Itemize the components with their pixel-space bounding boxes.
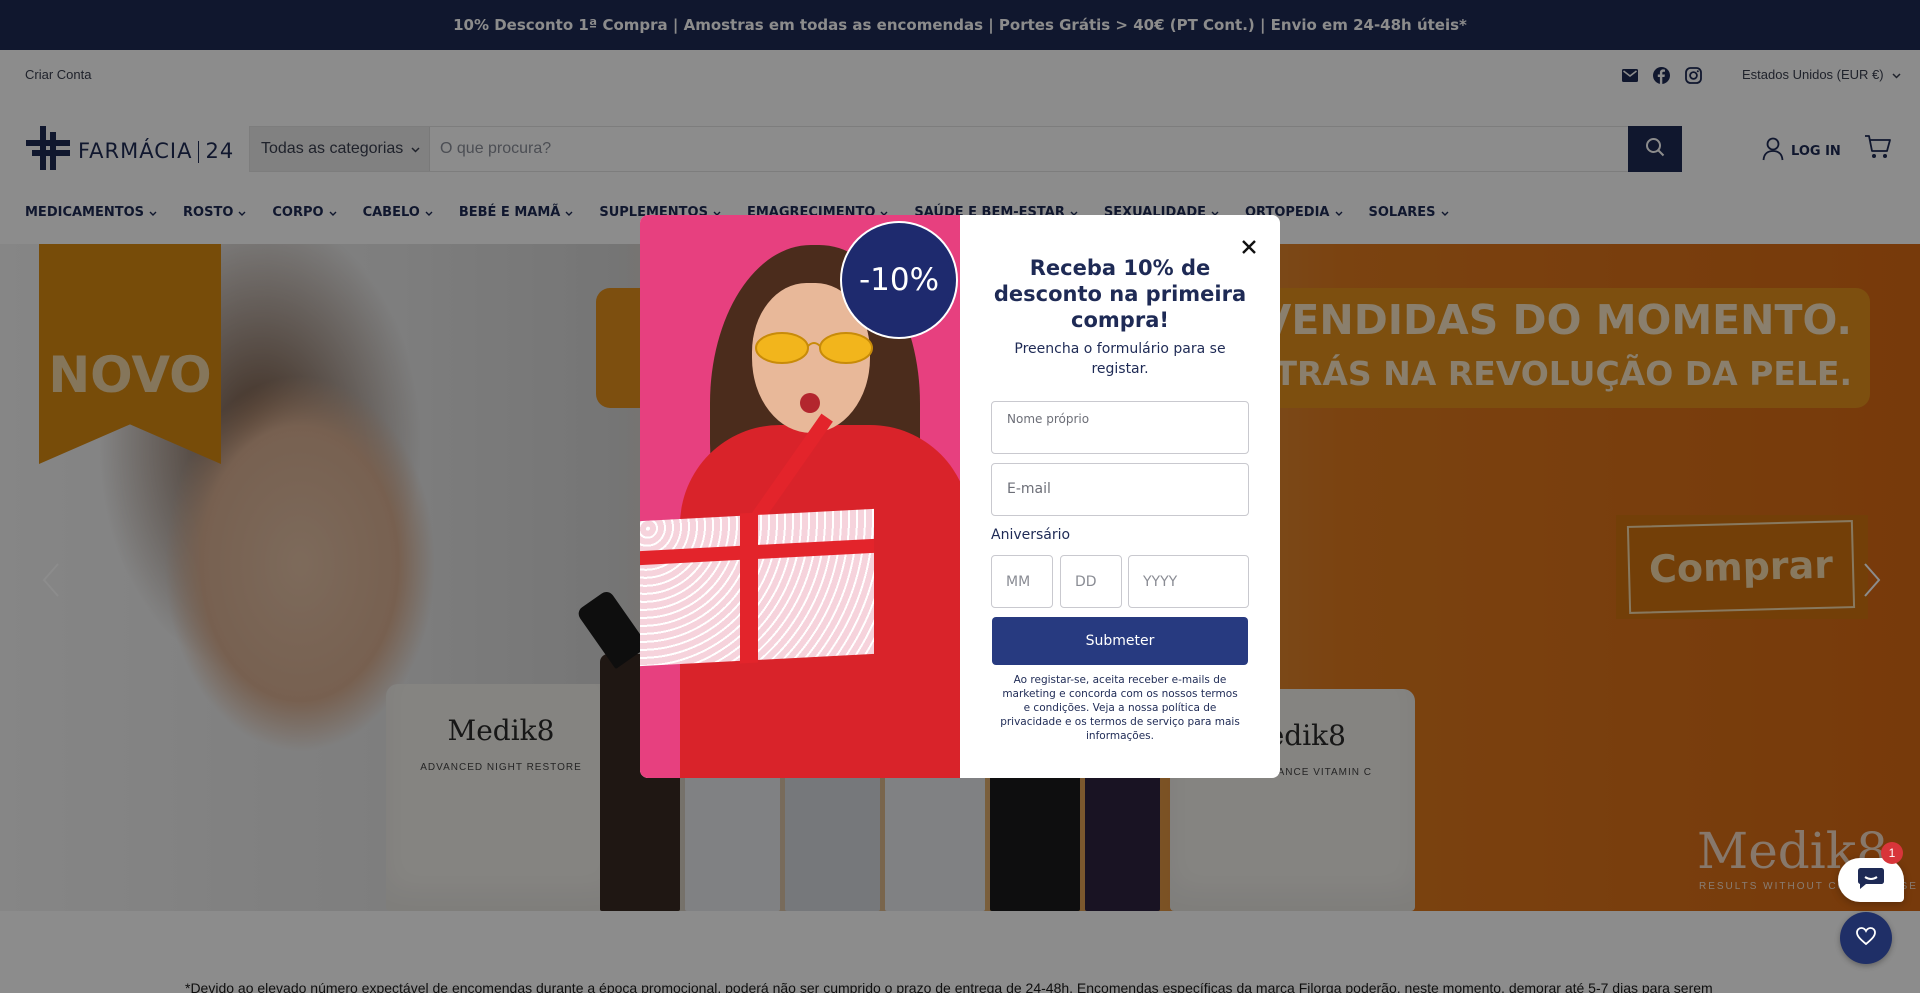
birthday-year-field[interactable]: YYYY: [1128, 555, 1249, 608]
legal-text: Ao registar-se, aceita receber e-mails d…: [1000, 674, 1240, 742]
signup-modal: -10% Receba 10% de desconto na primeira …: [640, 215, 1280, 778]
email-label: E-mail: [1007, 481, 1051, 497]
modal-title: Receba 10% de desconto na primeira compr…: [993, 256, 1247, 332]
chat-unread-badge: 1: [1881, 842, 1903, 864]
chat-icon: [1856, 866, 1886, 895]
modal-subtitle: Preencha o formulário para se registar.: [1014, 341, 1226, 377]
heart-icon: [1855, 926, 1877, 951]
email-field[interactable]: E-mail: [991, 463, 1249, 516]
year-placeholder: YYYY: [1143, 573, 1178, 590]
day-placeholder: DD: [1075, 573, 1097, 590]
chat-button[interactable]: [1838, 858, 1904, 902]
model-mouth: [800, 393, 820, 413]
sunglasses-icon: [755, 332, 873, 364]
signup-form: Receba 10% de desconto na primeira compr…: [960, 215, 1280, 778]
birthday-day-field[interactable]: DD: [1060, 555, 1122, 608]
submit-button[interactable]: Submeter: [992, 617, 1248, 665]
birthday-label: Aniversário: [991, 527, 1071, 543]
gift-ribbon-vertical: [740, 512, 758, 664]
discount-badge: -10%: [846, 227, 952, 333]
discount-badge-label: -10%: [858, 262, 940, 298]
birthday-month-field[interactable]: MM: [991, 555, 1053, 608]
wishlist-button[interactable]: [1840, 912, 1892, 964]
submit-label: Submeter: [1085, 633, 1155, 649]
month-placeholder: MM: [1006, 573, 1031, 590]
first-name-field[interactable]: Nome próprio: [991, 401, 1249, 454]
first-name-label: Nome próprio: [1007, 412, 1090, 426]
promo-image: -10%: [640, 215, 960, 778]
